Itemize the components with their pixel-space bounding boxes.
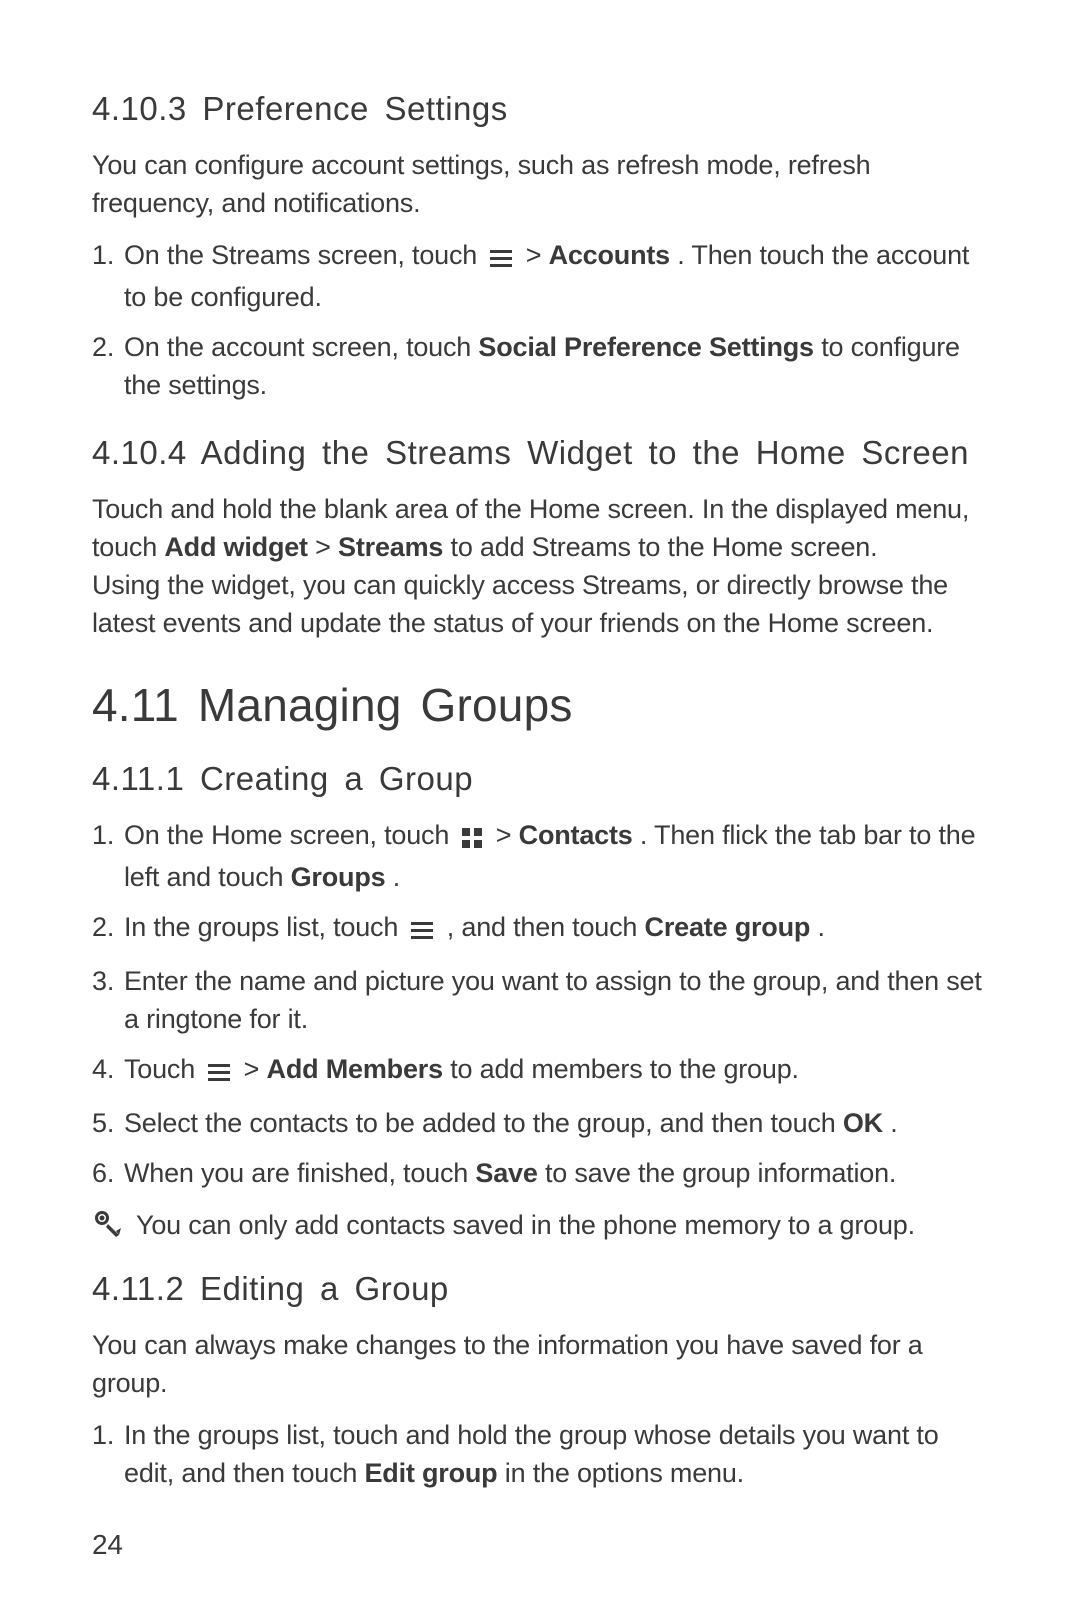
text: On the account screen, touch	[124, 332, 478, 362]
text: in the options menu.	[505, 1458, 744, 1488]
bold-text: OK	[843, 1108, 883, 1138]
apps-icon	[462, 820, 482, 858]
text: , and then touch	[447, 912, 645, 942]
list-item: 4. Touch > Add Members to add members to…	[92, 1050, 988, 1092]
bold-text: Accounts	[549, 240, 670, 270]
bold-text: Contacts	[519, 820, 633, 850]
list-marker: 3.	[92, 962, 124, 1038]
list-marker: 6.	[92, 1154, 124, 1192]
list-item: 6. When you are finished, touch Save to …	[92, 1154, 988, 1192]
paragraph: Touch and hold the blank area of the Hom…	[92, 490, 988, 566]
text: Enter the name and picture you want to a…	[124, 962, 988, 1038]
text: >	[315, 532, 338, 562]
list-marker: 2.	[92, 328, 124, 404]
list-item: 2. In the groups list, touch , and then …	[92, 908, 988, 950]
heading-4-11-1: 4.11.1 Creating a Group	[92, 760, 988, 798]
list-marker: 4.	[92, 1050, 124, 1092]
list-item: 5. Select the contacts to be added to th…	[92, 1104, 988, 1142]
text: >	[526, 240, 549, 270]
text: When you are finished, touch	[124, 1158, 475, 1188]
text: Select the contacts to be added to the g…	[124, 1108, 843, 1138]
note: You can only add contacts saved in the p…	[92, 1206, 988, 1244]
list-item: 1. In the groups list, touch and hold th…	[92, 1416, 988, 1492]
heading-4-11-2: 4.11.2 Editing a Group	[92, 1270, 988, 1308]
bold-text: Groups	[291, 862, 386, 892]
list-marker: 1.	[92, 816, 124, 896]
heading-4-10-3: 4.10.3 Preference Settings	[92, 90, 988, 128]
list-marker: 1.	[92, 1416, 124, 1492]
paragraph: You can configure account settings, such…	[92, 146, 988, 222]
paragraph: Using the widget, you can quickly access…	[92, 566, 988, 642]
list-marker: 5.	[92, 1104, 124, 1142]
text: On the Streams screen, touch	[124, 240, 484, 270]
list-item: 1. On the Home screen, touch > Contacts …	[92, 816, 988, 896]
text: >	[244, 1054, 267, 1084]
list-item: 3. Enter the name and picture you want t…	[92, 962, 988, 1038]
ordered-list: 1. In the groups list, touch and hold th…	[92, 1416, 988, 1492]
menu-icon	[490, 240, 512, 278]
note-text: You can only add contacts saved in the p…	[136, 1206, 915, 1244]
text: to add Streams to the Home screen.	[451, 532, 878, 562]
bold-text: Save	[475, 1158, 537, 1188]
list-marker: 2.	[92, 908, 124, 950]
bold-text: Add widget	[164, 532, 307, 562]
paragraph: You can always make changes to the infor…	[92, 1326, 988, 1402]
text: >	[496, 820, 519, 850]
list-item: 1. On the Streams screen, touch > Accoun…	[92, 236, 988, 316]
text: .	[393, 862, 400, 892]
ordered-list: 1. On the Streams screen, touch > Accoun…	[92, 236, 988, 404]
text: .	[817, 912, 824, 942]
page-number: 24	[92, 1529, 123, 1561]
document-page: 4.10.3 Preference Settings You can confi…	[0, 0, 1080, 1617]
list-marker: 1.	[92, 236, 124, 316]
text: to add members to the group.	[450, 1054, 799, 1084]
bold-text: Add Members	[267, 1054, 443, 1084]
menu-icon	[208, 1054, 230, 1092]
text: In the groups list, touch	[124, 912, 405, 942]
bold-text: Social Preference Settings	[478, 332, 813, 362]
text: Touch	[124, 1054, 202, 1084]
text: to save the group information.	[545, 1158, 896, 1188]
heading-4-10-4: 4.10.4 Adding the Streams Widget to the …	[92, 434, 988, 472]
bold-text: Create group	[645, 912, 811, 942]
note-icon	[92, 1208, 132, 1243]
text: .	[890, 1108, 897, 1138]
bold-text: Streams	[338, 532, 443, 562]
menu-icon	[411, 912, 433, 950]
bold-text: Edit group	[365, 1458, 498, 1488]
list-item: 2. On the account screen, touch Social P…	[92, 328, 988, 404]
ordered-list: 1. On the Home screen, touch > Contacts …	[92, 816, 988, 1192]
heading-4-11: 4.11 Managing Groups	[92, 678, 988, 732]
text: On the Home screen, touch	[124, 820, 456, 850]
